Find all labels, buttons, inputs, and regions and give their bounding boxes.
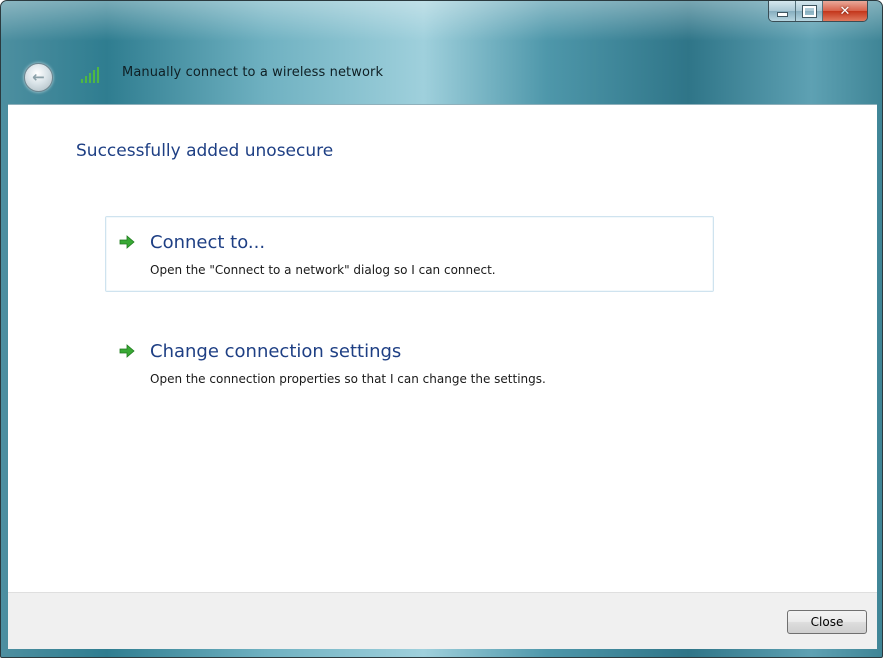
green-arrow-icon [119, 235, 135, 249]
footer-bar: Close [8, 592, 877, 649]
minimize-icon [776, 12, 788, 17]
green-arrow-icon [119, 344, 135, 358]
connect-to-title: Connect to... [150, 232, 266, 253]
close-button[interactable]: Close [787, 610, 867, 634]
content-area: Successfully added unosecure Connect to.… [8, 104, 877, 592]
close-icon: ✕ [839, 3, 851, 19]
minimize-button[interactable] [769, 1, 796, 21]
wireless-network-icon [81, 65, 103, 83]
maximize-icon [801, 4, 817, 18]
page-heading: Successfully added unosecure [76, 141, 334, 161]
caption-buttons: ✕ [768, 1, 868, 22]
wizard-window: ✕ ← Manually connect to a wireless netwo… [0, 0, 883, 658]
maximize-button[interactable] [796, 1, 823, 21]
window-title: Manually connect to a wireless network [122, 65, 384, 80]
window-close-button[interactable]: ✕ [823, 1, 867, 21]
change-connection-settings-description: Open the connection properties so that I… [150, 372, 546, 386]
connect-to-description: Open the "Connect to a network" dialog s… [150, 263, 496, 277]
change-connection-settings-link[interactable]: Change connection settings Open the conn… [105, 325, 714, 401]
change-connection-settings-title: Change connection settings [150, 341, 402, 362]
connect-to-link[interactable]: Connect to... Open the "Connect to a net… [105, 216, 714, 292]
back-arrow-icon: ← [32, 68, 45, 86]
back-button[interactable]: ← [24, 63, 53, 92]
